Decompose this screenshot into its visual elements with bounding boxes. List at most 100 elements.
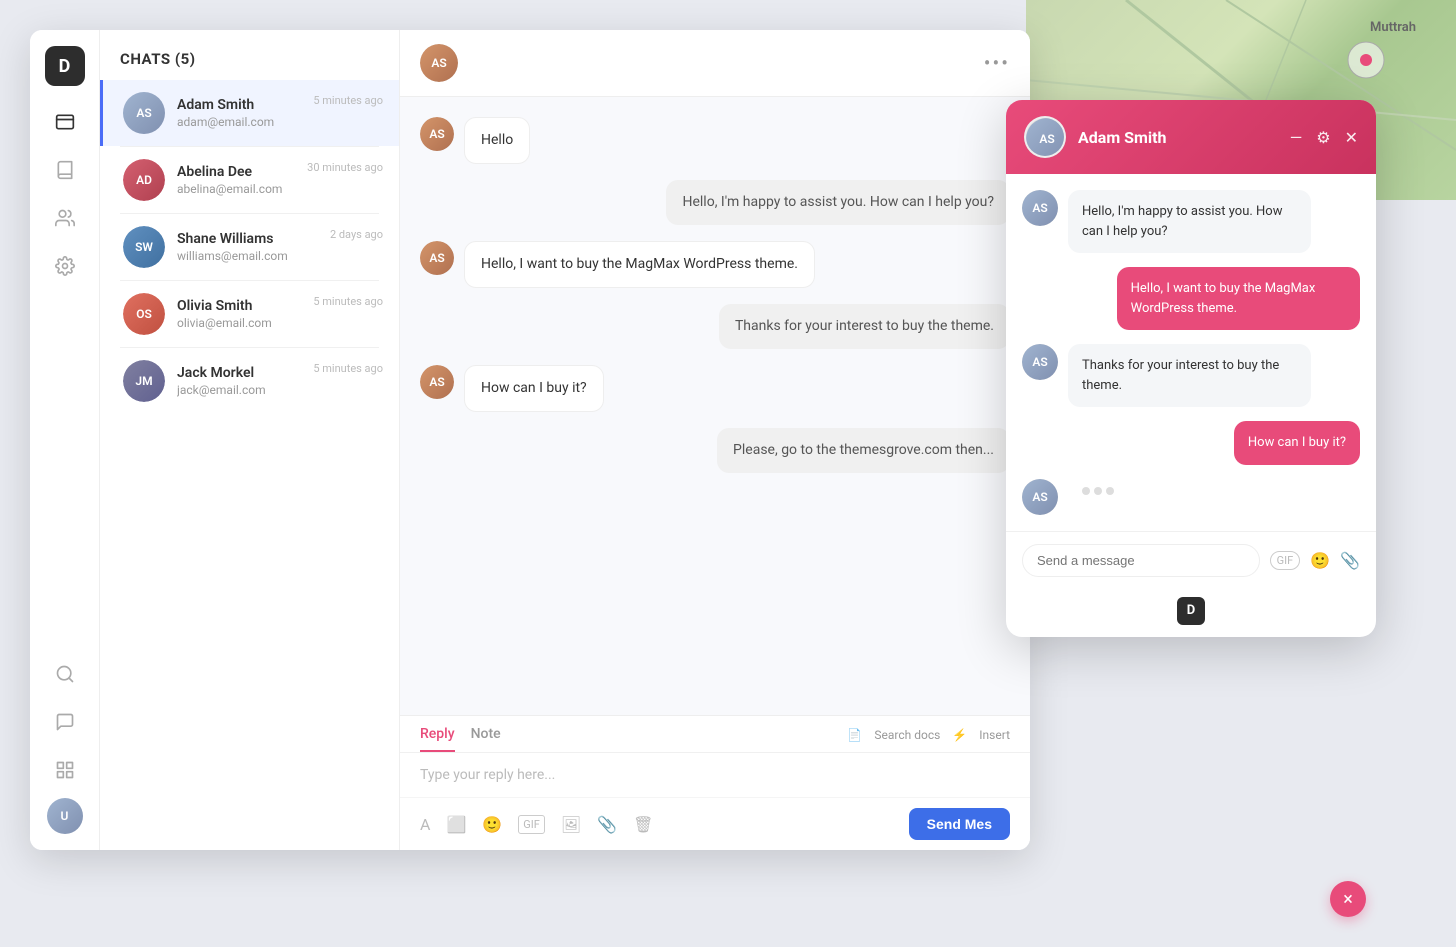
chat-time-olivia: 5 minutes ago	[313, 295, 383, 308]
app-logo: D	[45, 46, 85, 86]
toolbar-image-icon[interactable]: 🖼	[561, 815, 581, 834]
toolbar-delete-icon[interactable]: 🗑	[633, 815, 653, 834]
nav-icon-grid[interactable]	[45, 750, 85, 790]
float-msg-avatar-5: AS	[1022, 479, 1058, 515]
chat-item-abelina[interactable]: AD Abelina Dee abelina@email.com 30 minu…	[100, 147, 399, 213]
float-panel-header: AS Adam Smith — ⚙ ✕	[1006, 100, 1376, 174]
insert-icon: ⚡	[952, 728, 967, 742]
nav-icon-inbox[interactable]	[45, 102, 85, 142]
chat-item-adam[interactable]: AS Adam Smith adam@email.com 5 minutes a…	[100, 80, 399, 146]
message-bubble-6: Please, go to the themesgrove.com then..…	[717, 428, 1010, 473]
float-footer: D	[1006, 589, 1376, 637]
insert-label[interactable]: Insert	[979, 728, 1010, 742]
message-row-2: Hello, I'm happy to assist you. How can …	[420, 180, 1010, 225]
message-bubble-2: Hello, I'm happy to assist you. How can …	[666, 180, 1010, 225]
note-tab[interactable]: Note	[471, 726, 501, 752]
avatar-abelina: AD	[123, 159, 165, 201]
msg-avatar-1: AS	[420, 117, 454, 151]
float-input-tools: GIF 🙂 📎	[1270, 551, 1360, 570]
close-button[interactable]: ×	[1330, 881, 1366, 917]
message-bubble-3: Hello, I want to buy the MagMax WordPres…	[464, 241, 815, 288]
float-messages: AS Hello, I'm happy to assist you. How c…	[1006, 174, 1376, 531]
gear-icon[interactable]: ⚙	[1316, 128, 1330, 147]
nav-icon-search[interactable]	[45, 654, 85, 694]
avatar-olivia: OS	[123, 293, 165, 335]
float-msg-row-1: AS Hello, I'm happy to assist you. How c…	[1022, 190, 1360, 253]
float-contact-name: Adam Smith	[1078, 128, 1278, 147]
chat-time-jack: 5 minutes ago	[313, 362, 383, 375]
float-close-icon[interactable]: ✕	[1345, 128, 1358, 147]
reply-tabs: Reply Note 📄 Search docs ⚡ Insert	[400, 716, 1030, 753]
toolbar-attach-icon[interactable]: 📎	[597, 815, 617, 834]
app-wrapper: D U CHATS (5) AS	[30, 30, 1030, 850]
chat-email-abelina: abelina@email.com	[177, 182, 379, 196]
float-msg-avatar-1: AS	[1022, 190, 1058, 226]
toolbar-gif-icon[interactable]: GIF	[518, 815, 545, 834]
nav-icon-settings[interactable]	[45, 246, 85, 286]
chat-time-shane: 2 days ago	[330, 228, 383, 241]
typing-dot-3	[1106, 487, 1114, 495]
more-options-button[interactable]: •••	[984, 51, 1010, 75]
nav-icon-book[interactable]	[45, 150, 85, 190]
chat-time-adam: 5 minutes ago	[313, 94, 383, 107]
message-bubble-1: Hello	[464, 117, 530, 164]
message-row-5: AS How can I buy it?	[420, 365, 1010, 412]
toolbar-emoji-icon[interactable]: 🙂	[482, 815, 502, 834]
float-input-area: GIF 🙂 📎	[1006, 531, 1376, 589]
attach-icon[interactable]: 📎	[1340, 551, 1360, 570]
chat-email-adam: adam@email.com	[177, 115, 379, 129]
msg-avatar-3: AS	[420, 241, 454, 275]
emoji-icon[interactable]: 🙂	[1310, 551, 1330, 570]
main-chat-avatar: AS	[420, 44, 458, 82]
float-logo: D	[1177, 597, 1205, 625]
chat-email-olivia: olivia@email.com	[177, 316, 379, 330]
float-header-actions: — ⚙ ✕	[1290, 128, 1358, 147]
chat-item-shane[interactable]: SW Shane Williams williams@email.com 2 d…	[100, 214, 399, 280]
reply-input-placeholder[interactable]: Type your reply here...	[400, 753, 1030, 797]
message-row-3: AS Hello, I want to buy the MagMax WordP…	[420, 241, 1010, 288]
message-row-4: Thanks for your interest to buy the them…	[420, 304, 1010, 349]
reply-toolbar: A ⬜ 🙂 GIF 🖼 📎 🗑 Send Mes	[400, 797, 1030, 850]
reply-tab[interactable]: Reply	[420, 726, 455, 752]
reply-area: Reply Note 📄 Search docs ⚡ Insert Type y…	[400, 715, 1030, 850]
minimize-button[interactable]: —	[1290, 128, 1303, 147]
nav-icon-users[interactable]	[45, 198, 85, 238]
avatar-shane: SW	[123, 226, 165, 268]
toolbar-copy-icon[interactable]: ⬜	[446, 815, 466, 834]
float-msg-row-4: How can I buy it?	[1022, 421, 1360, 465]
typing-indicator	[1068, 479, 1128, 503]
float-bubble-4: How can I buy it?	[1234, 421, 1360, 465]
msg-avatar-5: AS	[420, 365, 454, 399]
chat-list-header: CHATS (5)	[100, 30, 399, 80]
chat-email-shane: williams@email.com	[177, 249, 379, 263]
float-avatar: AS	[1024, 116, 1066, 158]
chat-list: CHATS (5) AS Adam Smith adam@email.com 5…	[100, 30, 400, 850]
float-bubble-3: Thanks for your interest to buy the them…	[1068, 344, 1311, 407]
search-docs-label[interactable]: Search docs	[874, 728, 940, 742]
avatar-jack: JM	[123, 360, 165, 402]
send-message-button[interactable]: Send Mes	[909, 808, 1010, 840]
chat-main-header: AS •••	[400, 30, 1030, 97]
gif-button[interactable]: GIF	[1270, 551, 1301, 570]
float-chat-panel: AS Adam Smith — ⚙ ✕ AS Hello, I'm happy …	[1006, 100, 1376, 637]
float-msg-row-5: AS	[1022, 479, 1360, 515]
reply-tab-group: Reply Note	[420, 726, 501, 752]
toolbar-text-icon[interactable]: A	[420, 815, 430, 834]
search-docs-icon: 📄	[847, 728, 862, 742]
nav-icon-chat[interactable]	[45, 702, 85, 742]
message-bubble-5: How can I buy it?	[464, 365, 604, 412]
chat-item-jack[interactable]: JM Jack Morkel jack@email.com 5 minutes …	[100, 348, 399, 414]
float-msg-row-2: Hello, I want to buy the MagMax WordPres…	[1022, 267, 1360, 330]
nav-sidebar: D U	[30, 30, 100, 850]
chat-email-jack: jack@email.com	[177, 383, 379, 397]
float-msg-row-3: AS Thanks for your interest to buy the t…	[1022, 344, 1360, 407]
typing-dot-1	[1082, 487, 1090, 495]
chat-item-olivia[interactable]: OS Olivia Smith olivia@email.com 5 minut…	[100, 281, 399, 347]
messages-area: AS Hello Hello, I'm happy to assist you.…	[400, 97, 1030, 715]
chat-time-abelina: 30 minutes ago	[307, 161, 383, 174]
chat-main: AS ••• AS Hello Hello, I'm happy to assi…	[400, 30, 1030, 850]
float-message-input[interactable]	[1022, 544, 1260, 577]
message-row-1: AS Hello	[420, 117, 1010, 164]
float-bubble-1: Hello, I'm happy to assist you. How can …	[1068, 190, 1311, 253]
user-avatar[interactable]: U	[47, 798, 83, 834]
